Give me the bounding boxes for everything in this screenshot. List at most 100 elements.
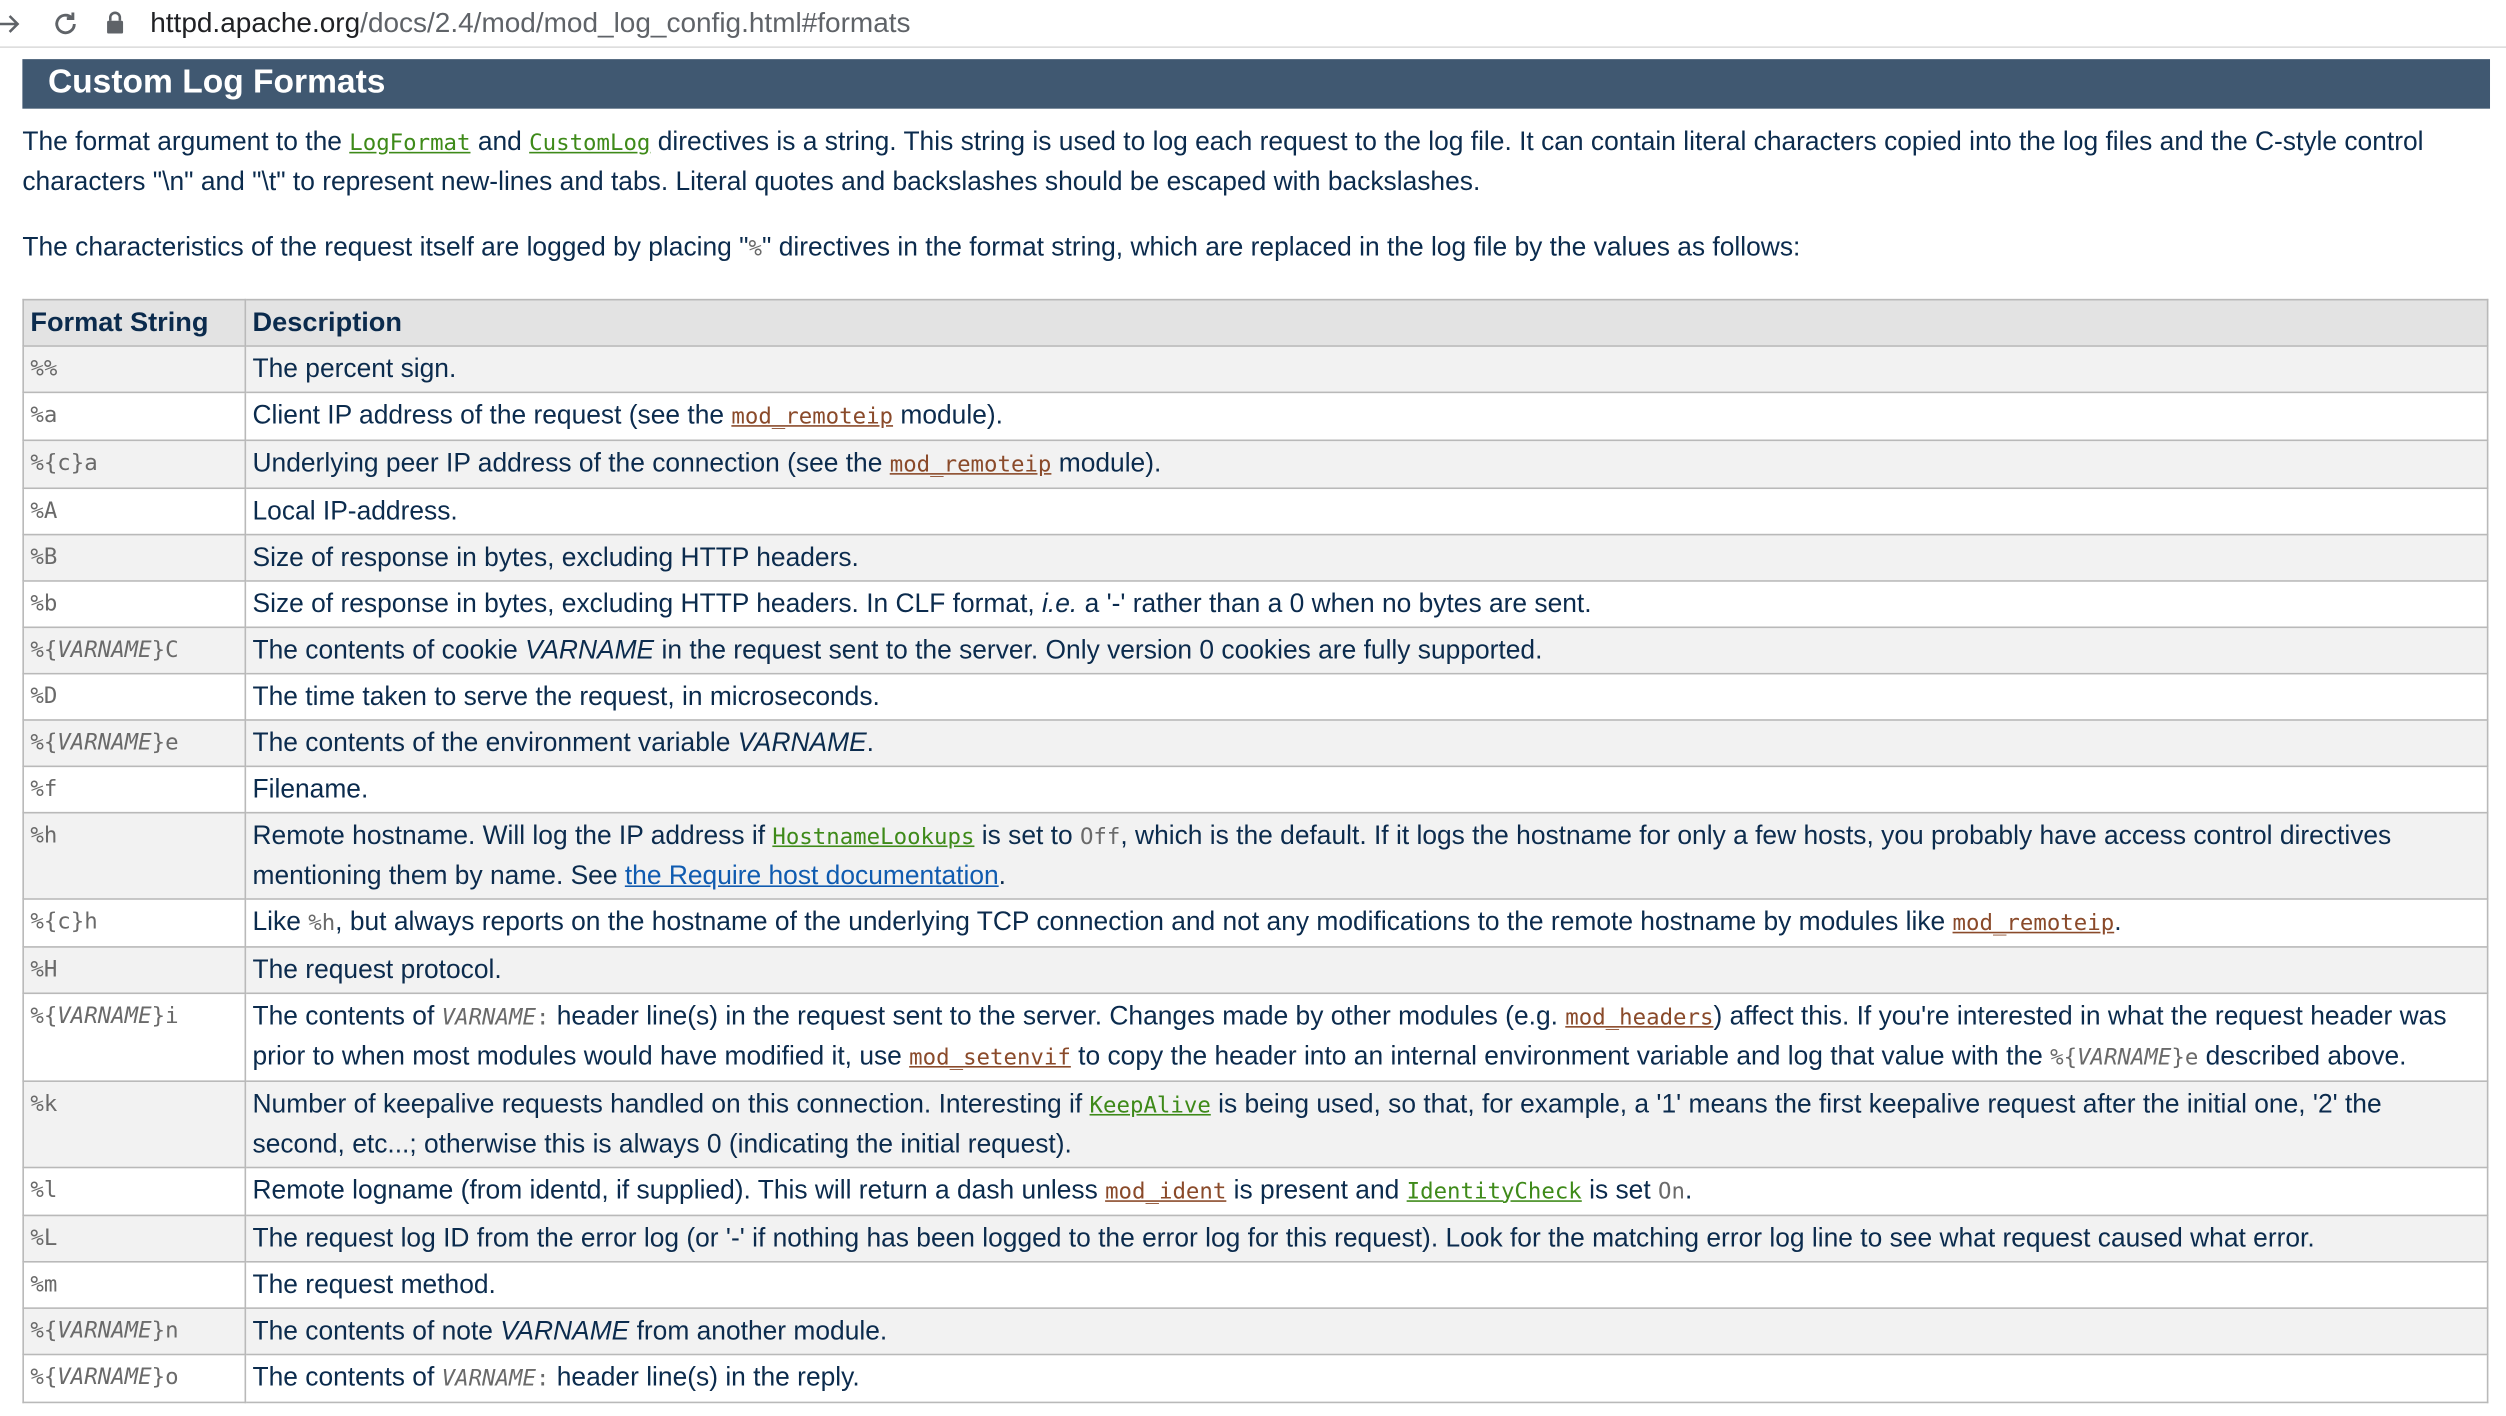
format-var: VARNAME [57,1317,152,1344]
description-text: header line(s) in the request sent to th… [549,1001,1566,1031]
browser-address-bar: httpd.apache.org/docs/2.4/mod/mod_log_co… [0,0,2506,48]
table-header-row: Format String Description [22,298,2489,347]
table-row: %{c}a Underlying peer IP address of the … [22,438,2489,489]
hostnamelookups-link[interactable]: HostnameLookups [772,824,974,850]
description-text: in the request sent to the server. Only … [654,635,1543,665]
table-row: %L The request log ID from the error log… [22,1213,2489,1262]
description-cell: Like %h, but always reports on the hostn… [244,897,2489,947]
table-row: %A Local IP-address. [22,486,2489,535]
format-cell: %{c}h [22,897,247,947]
description-text: Like [252,906,309,936]
description-text: . [866,727,875,757]
intro-text: and [470,127,530,157]
format-var: VARNAME [57,729,152,756]
varname-e-code: %{VARNAME}e [2050,1044,2198,1070]
description-text: . [1684,1175,1693,1205]
format-table: Format String Description %% The percent… [22,298,2489,1403]
logformat-link[interactable]: LogFormat [349,131,470,157]
url-path: /docs/2.4/mod/mod_log_config.html#format… [360,6,911,39]
description-text: to copy the header into an internal envi… [1070,1041,2051,1071]
description-text: . [2114,906,2122,936]
description-text: Size of response in bytes, excluding HTT… [252,588,1043,618]
table-row: %k Number of keepalive requests handled … [22,1079,2489,1168]
description-cell: The time taken to serve the request, in … [244,672,2489,720]
description-cell: The percent sign. [244,344,2489,393]
table-row: %b Size of response in bytes, excluding … [22,579,2489,628]
description-text: The contents of cookie [252,635,526,665]
varname-var: VARNAME [441,1004,536,1031]
format-var: VARNAME [57,636,152,663]
percent-code: % [748,236,763,263]
mod-ident-link[interactable]: mod_ident [1105,1179,1226,1205]
format-cell: %B [22,533,247,581]
format-cell: %{VARNAME}o [22,1352,247,1403]
description-cell: Size of response in bytes, excluding HTT… [244,533,2489,581]
keepalive-link[interactable]: KeepAlive [1090,1092,1211,1118]
description-cell: The request method. [244,1260,2489,1309]
table-row: %{VARNAME}o The contents of VARNAME: hea… [22,1352,2489,1403]
format-var: VARNAME [57,1002,152,1029]
table-row: %a Client IP address of the request (see… [22,390,2489,441]
format-text: }e [151,729,179,756]
page-content: Custom Log Formats The format argument t… [22,59,2491,1403]
format-cell: %% [22,344,247,393]
forward-icon[interactable] [0,6,26,41]
description-cell: The contents of the environment variable… [244,718,2489,767]
description-italic: VARNAME [500,1316,630,1345]
intro-text: The characteristics of the request itsel… [22,233,749,263]
format-text: %{ [30,636,58,663]
mod-setenvif-link[interactable]: mod_setenvif [909,1044,1071,1070]
table-row: %B Size of response in bytes, excluding … [22,533,2489,581]
mod-remoteip-link[interactable]: mod_remoteip [731,404,893,430]
varname-colon: : [535,1004,550,1031]
table-row: %h Remote hostname. Will log the IP addr… [22,811,2489,899]
format-cell: %{VARNAME}i [22,991,247,1082]
intro-text: The format argument to the [22,127,350,157]
require-host-doc-link[interactable]: the Require host documentation [625,861,999,890]
description-cell: The request protocol. [244,945,2489,994]
description-italic: VARNAME [737,727,867,757]
format-text: %{ [30,1364,58,1390]
description-text: The contents of the environment variable [252,727,738,757]
format-text: }o [151,1364,179,1390]
table-row: %{VARNAME}e The contents of the environm… [22,718,2489,767]
mod-remoteip-link[interactable]: mod_remoteip [890,451,1052,477]
format-cell: %H [22,945,247,994]
description-italic: VARNAME [525,635,655,665]
description-text: is set to [974,820,1080,850]
code-text: }e [2171,1044,2199,1071]
description-text: module). [1051,448,1162,478]
format-cell: %m [22,1260,247,1309]
format-cell: %L [22,1213,247,1262]
description-cell: Underlying peer IP address of the connec… [244,438,2489,489]
description-cell: Local IP-address. [244,486,2489,535]
h-code: %h [308,910,336,936]
url-field[interactable]: httpd.apache.org/docs/2.4/mod/mod_log_co… [105,0,911,47]
description-text: header line(s) in the reply. [549,1362,860,1392]
format-text: %{ [30,729,58,756]
description-cell: Filename. [244,764,2489,813]
lock-icon [105,9,127,38]
format-cell: %A [22,486,247,535]
format-cell: %l [22,1165,247,1216]
description-text: The contents of [252,1362,442,1392]
reload-icon[interactable] [48,6,83,41]
format-cell: %a [22,390,247,441]
mod-remoteip-link[interactable]: mod_remoteip [1953,910,2115,936]
description-cell: The contents of VARNAME: header line(s) … [244,1352,2489,1403]
identitycheck-link[interactable]: IdentityCheck [1407,1179,1582,1205]
description-cell: Remote hostname. Will log the IP address… [244,811,2489,899]
description-text: described above. [2198,1041,2407,1071]
varname-var: VARNAME [441,1365,536,1392]
description-text: , but always reports on the hostname of … [335,906,1953,936]
column-header-format: Format String [22,298,247,347]
intro-text: " directives in the format string, which… [762,233,1801,263]
format-cell: %f [22,764,247,813]
mod-headers-link[interactable]: mod_headers [1565,1004,1713,1030]
table-row: %l Remote logname (from identd, if suppl… [22,1165,2489,1216]
on-code: On [1657,1178,1685,1205]
customlog-link[interactable]: CustomLog [529,131,650,157]
code-text: %{ [2050,1044,2078,1071]
description-text: is set [1581,1175,1658,1205]
format-cell: %{VARNAME}n [22,1306,247,1355]
